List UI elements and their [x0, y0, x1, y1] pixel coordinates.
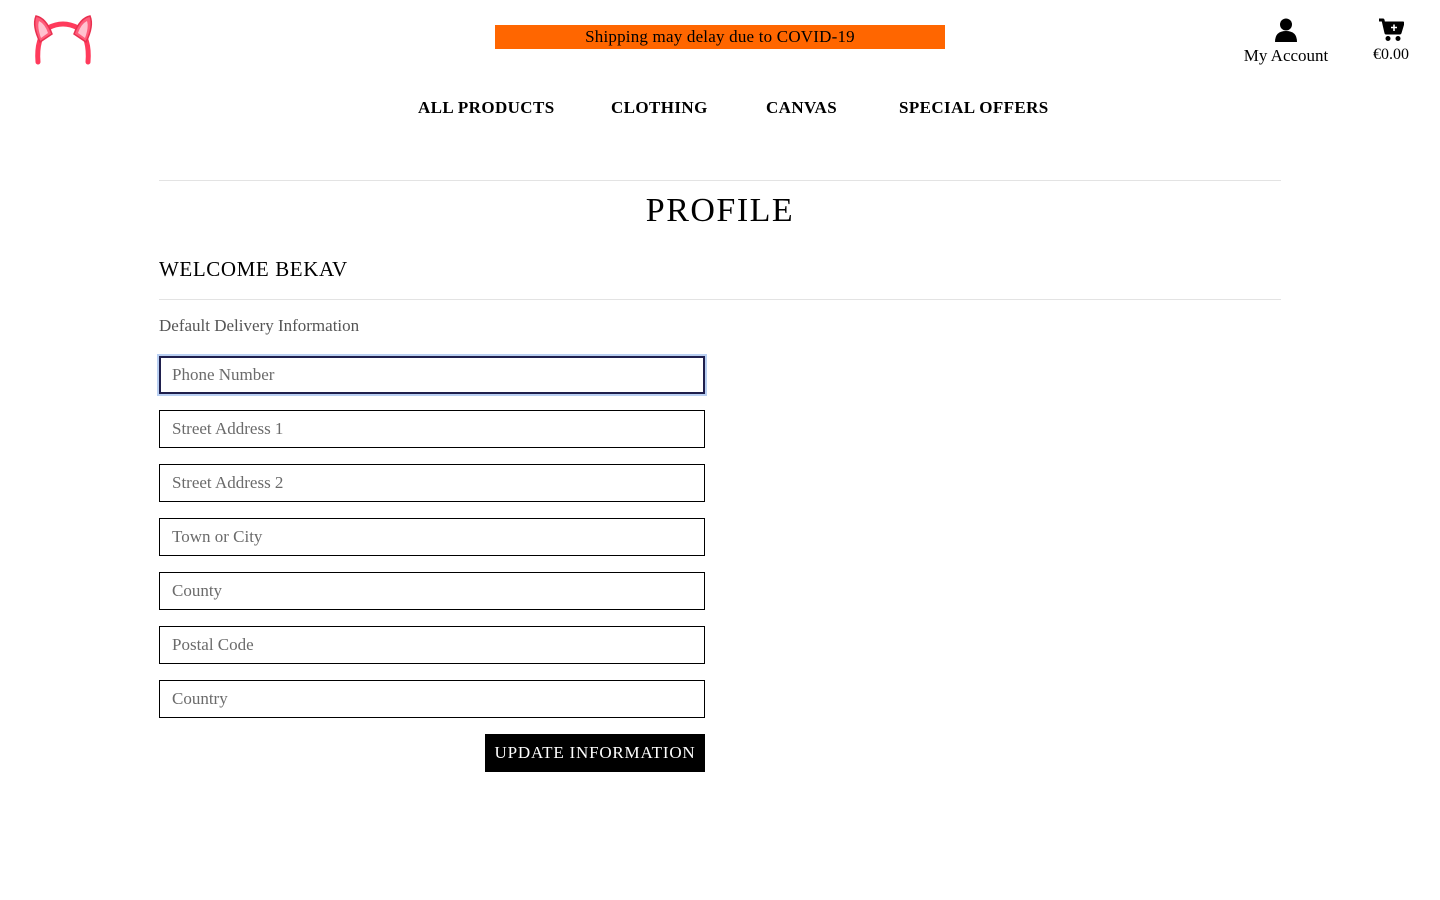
- county-input[interactable]: [159, 572, 705, 610]
- town-or-city-input[interactable]: [159, 518, 705, 556]
- divider-section: [159, 299, 1281, 300]
- nav-special-offers[interactable]: SPECIAL OFFERS: [899, 98, 1049, 118]
- cart-link[interactable]: €0.00: [1366, 18, 1416, 64]
- nav-all-products[interactable]: ALL PRODUCTS: [418, 98, 555, 118]
- my-account-link[interactable]: My Account: [1238, 18, 1334, 66]
- my-account-label: My Account: [1243, 46, 1329, 65]
- update-information-button[interactable]: UPDATE INFORMATION: [485, 734, 705, 772]
- postal-code-input[interactable]: [159, 626, 705, 664]
- street-address-2-input[interactable]: [159, 464, 705, 502]
- delivery-info-label: Default Delivery Information: [159, 316, 360, 335]
- main-nav: ALL PRODUCTS CLOTHING CANVAS SPECIAL OFF…: [0, 98, 1440, 122]
- covid-shipping-banner: Shipping may delay due to COVID-19: [495, 25, 945, 49]
- page-title: PROFILE: [645, 192, 795, 229]
- country-input[interactable]: [159, 680, 705, 718]
- nav-clothing[interactable]: CLOTHING: [611, 98, 708, 118]
- site-header: Shipping may delay due to COVID-19 My Ac…: [0, 0, 1440, 160]
- bunny-ears-logo-icon[interactable]: [30, 12, 96, 68]
- phone-number-input[interactable]: [159, 356, 705, 394]
- divider-top: [159, 180, 1281, 181]
- user-icon: [1275, 18, 1297, 42]
- shopping-cart-icon: [1378, 18, 1405, 42]
- cart-total: €0.00: [1373, 46, 1409, 63]
- nav-canvas[interactable]: CANVAS: [766, 98, 837, 118]
- welcome-heading: WELCOME BEKAV: [159, 257, 348, 281]
- street-address-1-input[interactable]: [159, 410, 705, 448]
